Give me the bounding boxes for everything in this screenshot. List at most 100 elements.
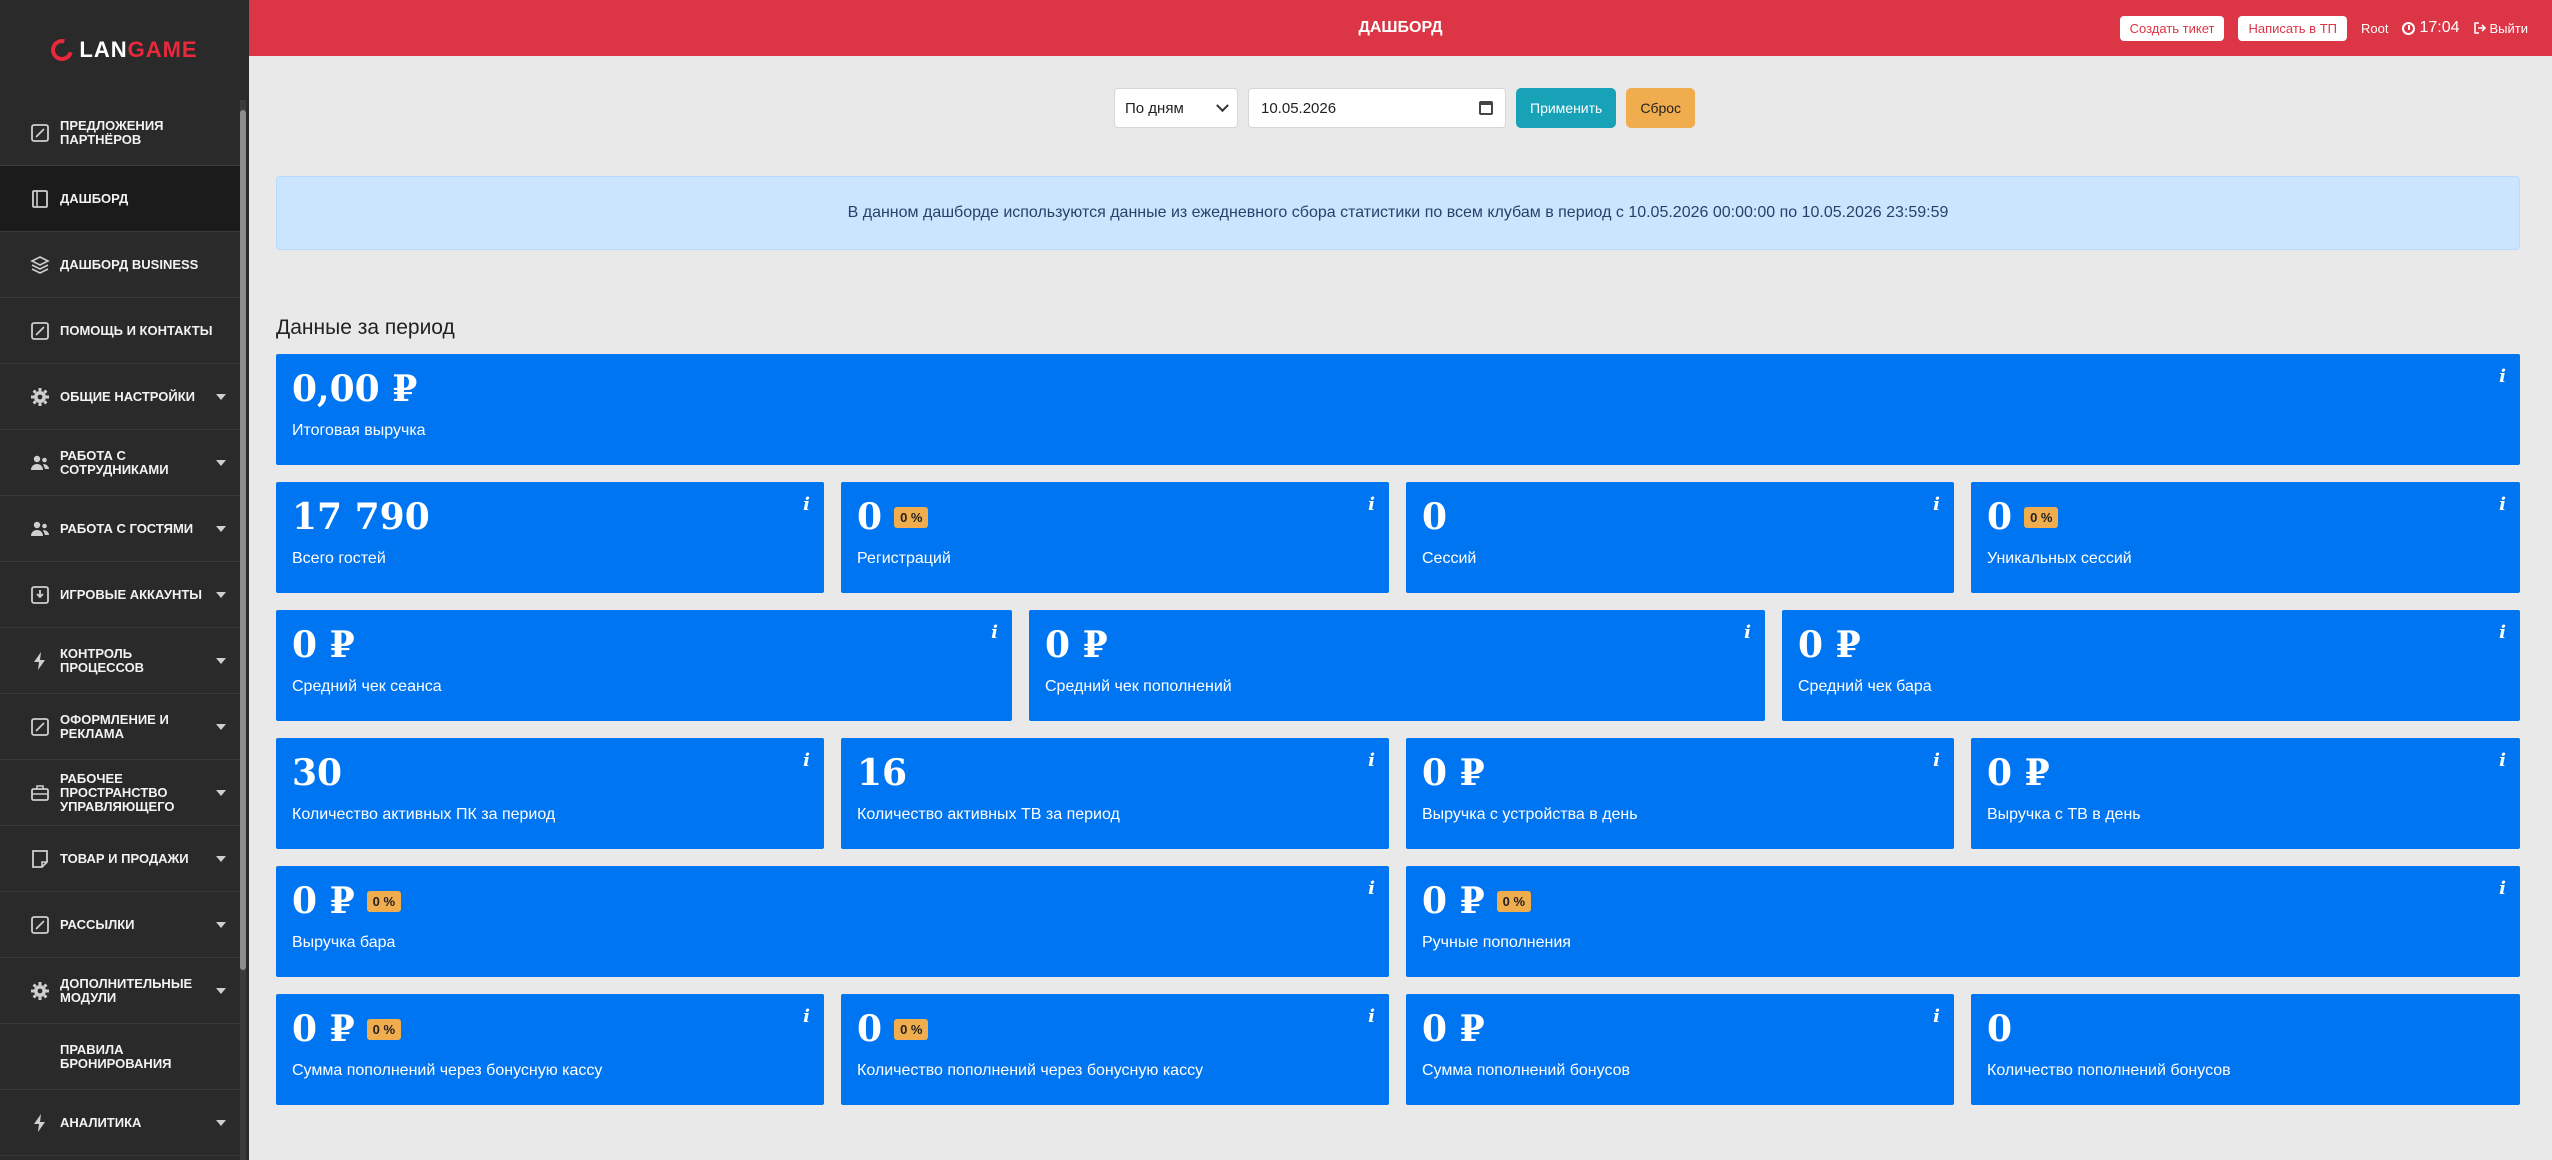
user-name[interactable]: Root [2361,21,2388,36]
briefcase-icon [28,781,52,805]
info-icon[interactable]: i [2499,366,2506,387]
clock: 17:04 [2402,19,2460,37]
info-icon[interactable]: i [1933,1006,1940,1027]
card-value: 0 [857,1008,883,1050]
card-value: 0 ₽ [292,880,355,922]
sidebar-item-13[interactable]: Дополнительные модули [0,958,240,1024]
sidebar-item-15[interactable]: Аналитика [0,1090,240,1156]
edit-icon [28,913,52,937]
card-value: 0 ₽ [1798,624,1861,666]
info-icon[interactable]: i [1368,494,1375,515]
card-value-row: 0,00 ₽ [292,368,417,410]
info-icon[interactable]: i [803,1006,810,1027]
sidebar-item-2[interactable]: Дашборд Business [0,232,240,298]
sidebar-item-14[interactable]: Правила бронирования [0,1024,240,1090]
card-value: 0,00 ₽ [292,368,418,410]
date-input[interactable]: 10.05.2026 [1248,88,1506,128]
info-icon[interactable]: i [1933,750,1940,771]
info-icon[interactable]: i [1933,494,1940,515]
sidebar-item-1[interactable]: Дашборд [0,166,240,232]
card-unique-sessions: 0 0 % Уникальных сессий i [1971,482,2520,593]
sidebar-item-7[interactable]: Игровые аккаунты [0,562,240,628]
info-icon[interactable]: i [803,494,810,515]
card-bonus-cashbox-sum: 0 ₽ 0 % Сумма пополнений через бонусную ка… [276,994,824,1105]
info-icon[interactable]: i [2499,878,2506,899]
sidebar-item-label: Контроль процессов [60,645,145,675]
sidebar-scroll-thumb[interactable] [240,110,246,970]
sidebar-item-11[interactable]: Товар и продажи [0,826,240,892]
sidebar-item-10[interactable]: Рабочее пространство управляющего [0,760,240,826]
card-value-row: 30 [292,752,342,794]
card-value: 17 790 [292,496,430,538]
card-value: 30 [292,752,343,794]
card-total-revenue: 0,00 ₽ Итоговая выручка i [276,354,2520,465]
edit-icon [28,715,52,739]
sidebar-item-label: Правила бронирования [60,1041,172,1071]
sidebar-scrollbar[interactable] [240,100,246,1160]
card-label: Сумма пополнений через бонусную кассу [292,1062,603,1079]
lightning-icon [28,1111,52,1135]
lightning-icon [28,649,52,673]
caret-down-icon [216,657,226,664]
sidebar-item-label: Аналитика [60,1114,142,1130]
logout-link[interactable]: Выйти [2473,21,2528,36]
card-revenue-per-device: 0 ₽ Выручка с устройства в день i [1406,738,1954,849]
clock-icon [2402,21,2416,35]
card-manual-topups: 0 ₽ 0 % Ручные пополнения i [1406,866,2520,977]
card-value-row: 0 ₽ 0 % [292,880,402,922]
users-icon [28,451,52,475]
clock-time: 17:04 [2419,19,2460,36]
sidebar-item-label: Дашборд Business [60,256,199,272]
sidebar-item-8[interactable]: Контроль процессов [0,628,240,694]
sidebar-item-6[interactable]: Работа с гостями [0,496,240,562]
percent-badge: 0 % [894,1018,929,1040]
card-avg-topup-check: 0 ₽ Средний чек пополнений i [1029,610,1765,721]
caret-down-icon [216,525,226,532]
card-value: 0 [857,496,883,538]
period-select[interactable]: По дням [1114,88,1238,128]
caret-down-icon [216,459,226,466]
calendar-icon[interactable] [1479,101,1493,115]
card-value: 0 ₽ [1422,880,1485,922]
caret-down-icon [216,789,226,796]
card-value-row: 0 0 % [857,496,929,538]
card-value-row: 0 ₽ [1422,752,1485,794]
sidebar-item-12[interactable]: Рассылки [0,892,240,958]
sidebar-item-3[interactable]: Помощь и контакты [0,298,240,364]
info-icon[interactable]: i [1368,1006,1375,1027]
info-icon[interactable]: i [1368,878,1375,899]
info-icon[interactable]: i [991,622,998,643]
sidebar-item-label: Работа с гостями [60,520,194,536]
card-label: Выручка бара [292,934,396,951]
info-icon[interactable]: i [2499,494,2506,515]
info-icon[interactable]: i [1744,622,1751,643]
card-registrations: 0 0 % Регистраций i [841,482,1389,593]
logo[interactable]: LANGAME [0,0,249,100]
sidebar-item-label: Рабочее пространство управляющего [60,770,175,814]
date-input-value: 10.05.2026 [1261,99,1337,117]
card-value-row: 17 790 [292,496,430,538]
write-support-button[interactable]: Написать в ТП [2238,15,2347,41]
card-label: Количество активных ПК за период [292,806,556,823]
sidebar-item-4[interactable]: Общие настройки [0,364,240,430]
sidebar-item-0[interactable]: Предложения партнёров [0,100,240,166]
edit-icon [28,319,52,343]
info-icon[interactable]: i [803,750,810,771]
card-label: Ручные пополнения [1422,934,1571,951]
create-ticket-button[interactable]: Создать тикет [2119,15,2225,41]
reset-button[interactable]: Сброс [1626,88,1696,128]
card-bar-revenue: 0 ₽ 0 % Выручка бара i [276,866,1389,977]
card-value: 0 ₽ [1045,624,1108,666]
caret-down-icon [216,921,226,928]
caret-down-icon [216,723,226,730]
sidebar-item-label: Помощь и контакты [60,322,213,338]
info-icon[interactable]: i [2499,750,2506,771]
info-icon[interactable]: i [1368,750,1375,771]
apply-button[interactable]: Применить [1516,88,1617,128]
caret-down-icon [216,855,226,862]
card-sessions: 0 Сессий i [1406,482,1954,593]
sidebar-item-9[interactable]: Оформление и реклама [0,694,240,760]
info-alert-text: В данном дашборде используются данные из… [847,204,1949,221]
info-icon[interactable]: i [2499,622,2506,643]
sidebar-item-5[interactable]: Работа с сотрудниками [0,430,240,496]
